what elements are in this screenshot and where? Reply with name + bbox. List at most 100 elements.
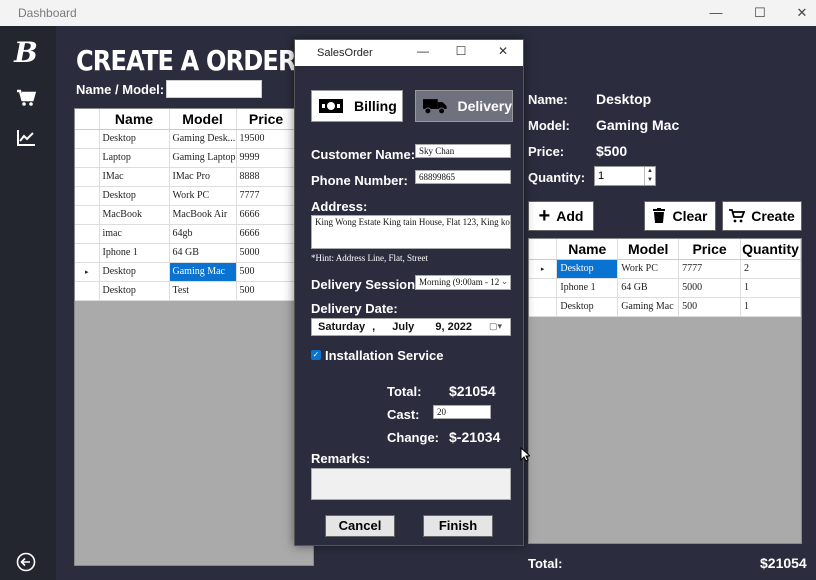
row-header[interactable] [529,278,558,298]
cell-name[interactable]: Desktop [99,281,170,301]
delivery-tab[interactable]: Delivery [415,90,513,122]
cell-price[interactable]: 5000 [236,243,297,263]
delivery-date-picker[interactable]: Saturday , July 9, 2022 [311,318,511,336]
phone-number-input[interactable]: 68899865 [415,170,511,184]
cell-price[interactable]: 19500 [236,129,297,149]
chart-icon[interactable] [10,122,42,154]
row-header[interactable] [75,148,100,168]
add-button[interactable]: + Add [528,201,594,231]
quantity-spin-buttons[interactable]: ▲ ▼ [644,167,655,185]
cell-model[interactable]: 64gb [169,224,237,244]
cell-name[interactable]: imac [99,224,170,244]
cell-price[interactable]: 8888 [236,167,297,187]
delivery-session-select[interactable]: Morning (9:00am - 12 [415,275,511,290]
calendar-dropdown-icon[interactable]: ▢▾ [489,321,502,332]
cell-name[interactable]: Desktop [99,129,170,149]
brand-logo-icon[interactable]: B [10,36,42,69]
cell-quantity[interactable]: 2 [740,259,801,279]
table-row[interactable]: Iphone 1 64 GB 5000 1 [529,278,801,298]
row-header[interactable] [75,186,100,206]
column-header-model[interactable]: Model [169,109,237,130]
column-header-price[interactable]: Price [236,109,297,130]
cell-model[interactable]: Work PC [169,186,237,206]
installation-checkbox[interactable]: ✓ [311,350,321,360]
cell-model[interactable]: 64 GB [169,243,237,263]
row-header[interactable] [75,281,100,301]
search-input[interactable] [166,80,262,98]
cell-price[interactable]: 7777 [236,186,297,206]
cell-price[interactable]: 7777 [678,259,741,279]
cell-name-selected[interactable]: Desktop [556,259,619,279]
column-header-model[interactable]: Model [617,239,680,260]
cell-price[interactable]: 5000 [678,278,741,298]
cell-model[interactable]: MacBook Air [169,205,237,225]
cell-model[interactable]: Test [169,281,237,301]
customer-name-input[interactable]: Sky Chan [415,144,511,158]
dialog-maximize-button[interactable]: ☐ [451,44,471,58]
cell-model[interactable]: 64 GB [617,278,680,298]
dialog-close-button[interactable]: ✕ [493,44,513,58]
cell-model[interactable]: Work PC [617,259,680,279]
table-row-selected[interactable]: ▸ Desktop Gaming Mac 500 [75,262,297,282]
cart-grid[interactable]: Name Model Price Quantity ▸ Desktop Work P… [528,238,802,544]
cell-name[interactable]: Iphone 1 [556,278,619,298]
cell-price[interactable]: 6666 [236,224,297,244]
cell-price[interactable]: 500 [236,262,297,282]
cell-price[interactable]: 500 [236,281,297,301]
row-header[interactable] [75,243,100,263]
column-header-name[interactable]: Name [99,109,170,130]
current-row-indicator[interactable]: ▸ [75,262,100,282]
product-grid[interactable]: Name Model Price Desktop Gaming Desk... 19… [74,108,314,566]
row-header[interactable] [75,167,100,187]
cancel-button[interactable]: Cancel [325,515,395,537]
table-row[interactable]: Desktop Work PC 7777 [75,186,297,206]
table-row-selected[interactable]: ▸ Desktop Work PC 7777 2 [529,259,801,279]
cart-icon[interactable] [10,82,42,114]
cell-name[interactable]: MacBook [99,205,170,225]
cell-name[interactable]: Iphone 1 [99,243,170,263]
address-input[interactable]: King Wong Estate King tain House, Flat 1… [311,215,511,249]
minimize-button[interactable]: — [696,2,736,24]
dialog-minimize-button[interactable]: — [413,44,433,58]
cell-quantity[interactable]: 1 [740,278,801,298]
table-row[interactable]: MacBook MacBook Air 6666 [75,205,297,225]
cell-name[interactable]: IMac [99,167,170,187]
clear-button[interactable]: Clear [644,201,716,231]
cast-input[interactable]: 20 [433,405,491,419]
cell-model[interactable]: Gaming Desk... [169,129,237,149]
finish-button[interactable]: Finish [423,515,493,537]
table-row[interactable]: IMac IMac Pro 8888 [75,167,297,187]
row-header[interactable] [75,224,100,244]
cell-model-selected[interactable]: Gaming Mac [169,262,237,282]
cell-name[interactable]: Laptop [99,148,170,168]
back-icon[interactable] [10,546,42,578]
column-header-name[interactable]: Name [556,239,619,260]
close-button[interactable]: ✕ [782,2,816,24]
cell-model[interactable]: Gaming Laptop [169,148,237,168]
create-button[interactable]: Create [722,201,802,231]
table-row[interactable]: Desktop Gaming Mac 500 1 [529,297,801,317]
cell-price[interactable]: 500 [678,297,741,317]
cell-name[interactable]: Desktop [99,262,170,282]
current-row-indicator[interactable]: ▸ [529,259,558,279]
table-row[interactable]: imac 64gb 6666 [75,224,297,244]
row-header[interactable] [75,205,100,225]
maximize-button[interactable]: ☐ [740,2,780,24]
cell-model[interactable]: Gaming Mac [617,297,680,317]
cell-name[interactable]: Desktop [99,186,170,206]
table-row[interactable]: Laptop Gaming Laptop 9999 [75,148,297,168]
table-row[interactable]: Desktop Test 500 [75,281,297,301]
cell-price[interactable]: 9999 [236,148,297,168]
row-header[interactable] [529,297,558,317]
cell-name[interactable]: Desktop [556,297,619,317]
table-row[interactable]: Desktop Gaming Desk... 19500 [75,129,297,149]
chevron-down-icon[interactable]: ⌄ [499,276,510,287]
cell-quantity[interactable]: 1 [740,297,801,317]
billing-tab[interactable]: Billing [311,90,403,122]
column-header-price[interactable]: Price [678,239,741,260]
table-row[interactable]: Iphone 1 64 GB 5000 [75,243,297,263]
remarks-input[interactable] [311,468,511,500]
column-header-quantity[interactable]: Quantity [740,239,801,260]
cell-model[interactable]: IMac Pro [169,167,237,187]
row-header[interactable] [75,129,100,149]
